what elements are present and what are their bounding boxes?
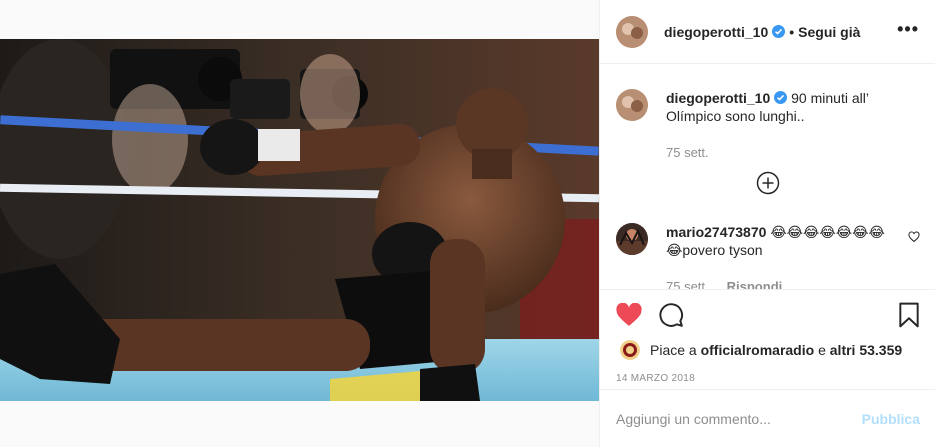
publish-button[interactable]: Pubblica — [862, 411, 920, 427]
comment-meta: 75 sett. Rispondi — [666, 278, 900, 289]
commenter-avatar[interactable] — [616, 223, 648, 255]
comment-item: mario27473870 😂😂😂😂😂😂😂😂povero tyson 75 se… — [616, 223, 920, 289]
likes-summary: Piace a officialromaradio e altri 53.359 — [616, 340, 920, 360]
comment-bubble-icon[interactable] — [658, 302, 684, 328]
post-media-area — [0, 0, 599, 447]
author-username-link[interactable]: diegoperotti_10 — [664, 24, 768, 40]
post-photo[interactable] — [0, 39, 599, 401]
post-header: diegoperotti_10 • Segui già ••• — [600, 0, 935, 64]
heart-outline-icon[interactable] — [908, 231, 920, 243]
author-info: diegoperotti_10 • Segui già — [664, 24, 895, 40]
following-button[interactable]: Segui già — [798, 24, 860, 40]
comments-list[interactable]: diegoperotti_10 90 minuti all’ Olímpico … — [600, 65, 935, 289]
post-date[interactable]: 14 MARZO 2018 — [616, 373, 920, 384]
post-actions: Piace a officialromaradio e altri 53.359… — [600, 289, 935, 384]
comment-body: mario27473870 😂😂😂😂😂😂😂😂povero tyson 75 se… — [666, 223, 900, 289]
liker-avatar[interactable] — [620, 340, 640, 360]
caption-timestamp[interactable]: 75 sett. — [666, 144, 920, 162]
caption-comment: diegoperotti_10 90 minuti all’ Olímpico … — [616, 89, 920, 162]
liker-username-link[interactable]: officialromaradio — [701, 342, 815, 358]
verified-badge-icon — [774, 91, 788, 104]
likes-prefix: Piace a — [650, 342, 697, 358]
post-side-panel: diegoperotti_10 • Segui già ••• diegoper… — [599, 0, 935, 447]
separator-dot: • — [789, 23, 795, 40]
more-options-icon[interactable]: ••• — [895, 20, 919, 38]
likes-middle: e — [818, 342, 826, 358]
plus-circle-icon[interactable] — [756, 171, 780, 195]
bookmark-icon[interactable] — [898, 302, 920, 328]
reply-button[interactable]: Rispondi — [727, 279, 783, 289]
likes-count-link[interactable]: altri 53.359 — [830, 342, 902, 358]
caption-author-avatar[interactable] — [616, 89, 648, 121]
add-comment-input[interactable] — [616, 410, 862, 427]
commenter-username-link[interactable]: mario27473870 — [666, 224, 766, 240]
boxing-photo-image — [0, 39, 599, 401]
caption-body: diegoperotti_10 90 minuti all’ Olímpico … — [666, 89, 920, 162]
add-comment-bar: Pubblica — [600, 389, 935, 447]
heart-filled-icon[interactable] — [616, 303, 642, 327]
comment-timestamp[interactable]: 75 sett. — [666, 279, 709, 289]
action-icons-row — [616, 300, 920, 330]
likes-text: Piace a officialromaradio e altri 53.359 — [650, 342, 902, 358]
author-avatar[interactable] — [616, 15, 648, 48]
caption-username-link[interactable]: diegoperotti_10 — [666, 90, 770, 106]
verified-badge-icon — [772, 25, 786, 38]
